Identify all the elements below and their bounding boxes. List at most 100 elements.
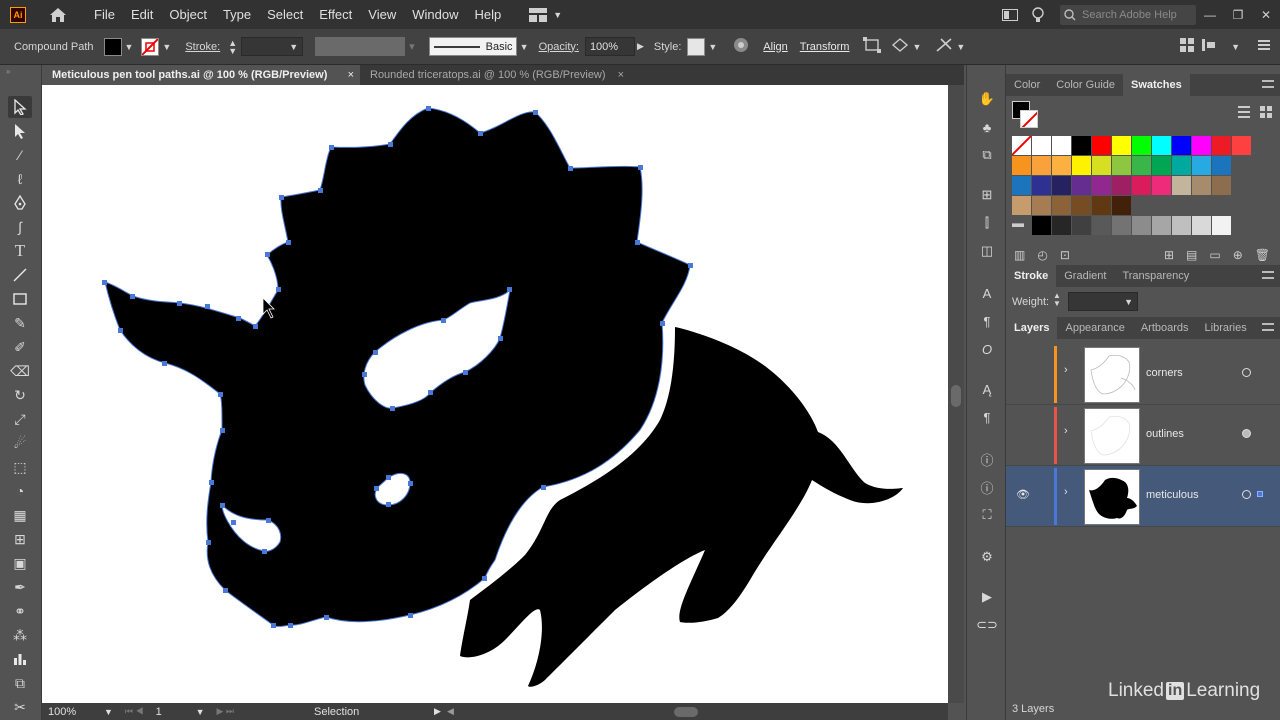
arrange-icon[interactable] [1180, 38, 1194, 55]
panel-menu-icon[interactable] [1258, 40, 1270, 53]
opacity-field[interactable]: 100% [584, 37, 635, 56]
swatch-cell[interactable] [1032, 216, 1051, 235]
menu-window[interactable]: Window [404, 0, 466, 29]
library-icon[interactable]: ▥ [1014, 248, 1025, 262]
opacity-label[interactable]: Opacity: [539, 41, 579, 53]
swatch-cell[interactable] [1132, 136, 1151, 155]
shape-builder-icon[interactable] [935, 37, 953, 56]
fill-swatch[interactable] [103, 37, 122, 56]
rectangle-tool-icon[interactable] [8, 288, 32, 310]
menu-object[interactable]: Object [161, 0, 215, 29]
swatch-cell[interactable] [1032, 136, 1051, 155]
swatch-cell[interactable] [1052, 216, 1071, 235]
swatch-cell[interactable] [1232, 136, 1251, 155]
chevron-down-icon[interactable]: ▼ [520, 42, 529, 52]
tab-artboards[interactable]: Artboards [1133, 317, 1197, 339]
asset-export-icon[interactable]: ⧉ [976, 145, 998, 165]
layer-row-meticulous[interactable]: 👁 › meticulous [1006, 466, 1280, 527]
menu-help[interactable]: Help [466, 0, 509, 29]
swatch-cell[interactable] [1212, 176, 1231, 195]
document-info-icon[interactable]: ⓘ [976, 477, 998, 497]
paragraph-icon[interactable]: ¶ [976, 311, 998, 331]
tab-libraries[interactable]: Libraries [1197, 317, 1255, 339]
rotate-tool-icon[interactable]: ↻ [8, 384, 32, 406]
panel-menu-icon[interactable] [1262, 323, 1274, 331]
restore-icon[interactable]: ❐ [1224, 0, 1252, 29]
swatch-cell[interactable] [1092, 196, 1111, 215]
swatch-options-icon[interactable]: ⊡ [1060, 248, 1070, 262]
chevron-down-icon[interactable]: ▼ [708, 42, 717, 52]
swatch-cell[interactable] [1152, 176, 1171, 195]
swatch-cell[interactable] [1112, 136, 1131, 155]
link-icon[interactable]: ⊂⊃ [976, 615, 998, 635]
shape-builder-tool-icon[interactable]: ◔ [8, 480, 32, 502]
workspace-switcher[interactable]: ▼ [529, 7, 562, 22]
swatch-cell[interactable] [1172, 156, 1191, 175]
tab-color[interactable]: Color [1006, 74, 1048, 96]
swatch-cell[interactable] [1112, 176, 1131, 195]
swatch-cell[interactable] [1172, 136, 1191, 155]
distribute-icon[interactable] [1202, 38, 1218, 55]
stroke-label[interactable]: Stroke: [185, 41, 220, 53]
chevron-right-icon[interactable]: › [1064, 486, 1068, 498]
swatch-cell[interactable] [1072, 216, 1091, 235]
close-tab-icon[interactable]: × [348, 69, 354, 81]
layer-target-icon[interactable] [1242, 490, 1251, 499]
tab-meticulous[interactable]: Meticulous pen tool paths.ai @ 100 % (RG… [42, 65, 360, 85]
swatch-cell[interactable] [1092, 176, 1111, 195]
chevron-right-icon[interactable]: › [1064, 364, 1068, 376]
artboard-canvas[interactable] [42, 85, 948, 703]
swatch-cell[interactable] [1072, 176, 1091, 195]
swatch-cell[interactable] [1192, 156, 1211, 175]
transform-panel-icon[interactable]: ⊞ [976, 185, 998, 205]
symbols-icon[interactable]: ♣ [976, 117, 998, 137]
swatch-cell[interactable] [1112, 216, 1131, 235]
layer-target-icon[interactable] [1242, 429, 1251, 438]
collapse-icon[interactable]: » [6, 67, 10, 76]
recolor-icon[interactable] [733, 37, 749, 56]
swatch-cell[interactable] [1092, 216, 1111, 235]
chevron-down-icon[interactable]: ▼ [104, 707, 113, 717]
swatch-cell[interactable] [1092, 136, 1111, 155]
lasso-icon[interactable]: ℓ [8, 168, 32, 190]
swatch-cell[interactable] [1052, 196, 1071, 215]
swatch-cell[interactable] [1092, 156, 1111, 175]
selection-tool-icon[interactable] [8, 96, 32, 118]
swatch-cell[interactable] [1212, 156, 1231, 175]
swatch-cell[interactable] [1072, 136, 1091, 155]
stroke-swatch[interactable] [141, 37, 160, 56]
tab-swatches[interactable]: Swatches [1123, 74, 1190, 96]
layer-row-corners[interactable]: › corners [1006, 344, 1280, 405]
line-tool-icon[interactable] [8, 264, 32, 286]
eyedropper-icon[interactable]: ✒ [8, 576, 32, 598]
curvature-tool-icon[interactable]: ∫ [8, 216, 32, 238]
swatch-cell[interactable] [1212, 136, 1231, 155]
symbol-sprayer-icon[interactable]: ⁂ [8, 624, 32, 646]
menu-type[interactable]: Type [215, 0, 259, 29]
swatch-cell[interactable] [1052, 176, 1071, 195]
new-swatch-icon[interactable]: ⊕ [1233, 248, 1243, 262]
color-group-icon[interactable]: ⊞ [1164, 248, 1174, 262]
swatch-cell[interactable] [1012, 176, 1031, 195]
swatch-cell[interactable] [1192, 136, 1211, 155]
info-icon[interactable]: ⓘ [976, 449, 998, 469]
align-link[interactable]: Align [763, 41, 787, 53]
swatch-cell[interactable] [1132, 156, 1151, 175]
chevron-right-icon[interactable]: › [1064, 425, 1068, 437]
home-icon[interactable] [48, 5, 68, 25]
layer-target-icon[interactable] [1242, 368, 1251, 377]
swatch-cell[interactable] [1132, 176, 1151, 195]
pen-tool-icon[interactable] [8, 192, 32, 214]
free-transform-icon[interactable]: ⬚ [8, 456, 32, 478]
swatch-cell[interactable] [1152, 156, 1171, 175]
swatch-cell[interactable] [1032, 196, 1051, 215]
swatch-cell[interactable] [1132, 216, 1151, 235]
menu-edit[interactable]: Edit [123, 0, 161, 29]
stroke-proxy[interactable] [1020, 110, 1038, 128]
tab-stroke[interactable]: Stroke [1006, 265, 1057, 287]
panel-menu-icon[interactable] [1262, 271, 1274, 279]
menu-effect[interactable]: Effect [311, 0, 360, 29]
actions-icon[interactable]: ▶ [976, 587, 998, 607]
stroke-weight-field[interactable]: ▼ [241, 37, 304, 56]
swatch-cell[interactable] [1052, 156, 1071, 175]
